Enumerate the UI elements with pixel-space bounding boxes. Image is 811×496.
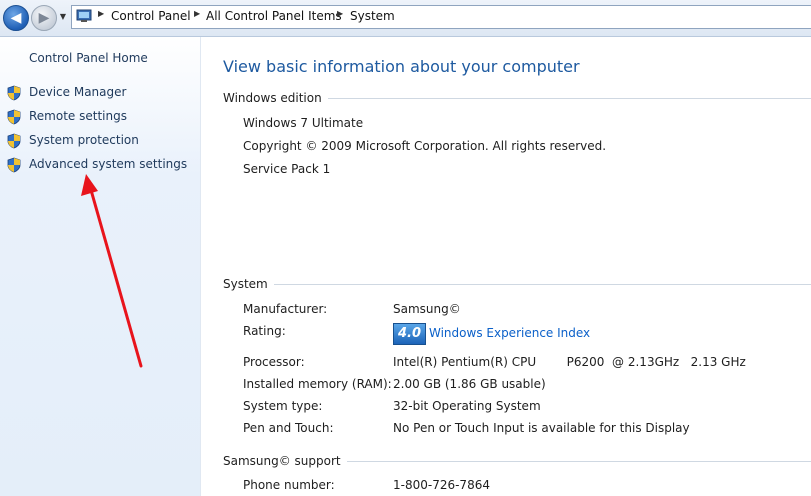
system-type-label: System type: bbox=[243, 399, 323, 413]
phone-label: Phone number: bbox=[243, 478, 335, 492]
service-pack-value: Service Pack 1 bbox=[243, 162, 331, 176]
task-label: Advanced system settings bbox=[29, 157, 188, 171]
windows-experience-index-link[interactable]: Windows Experience Index bbox=[429, 326, 590, 340]
manufacturer-value: Samsung© bbox=[393, 302, 461, 316]
windows-edition-value: Windows 7 Ultimate bbox=[243, 116, 364, 130]
section-header-system: System bbox=[223, 277, 811, 291]
phone-value: 1-800-726-7864 bbox=[393, 478, 490, 492]
breadcrumb-separator[interactable]: ▶ bbox=[337, 9, 343, 18]
breadcrumb-separator[interactable]: ▶ bbox=[194, 9, 200, 18]
back-arrow-icon: ◀ bbox=[10, 10, 22, 26]
task-label: Device Manager bbox=[29, 85, 127, 99]
system-info-pane: View basic information about your comput… bbox=[201, 37, 811, 496]
task-label: System protection bbox=[29, 133, 139, 147]
pen-touch-label: Pen and Touch: bbox=[243, 421, 334, 435]
breadcrumb-control-panel[interactable]: Control Panel bbox=[111, 9, 191, 23]
manufacturer-label: Manufacturer: bbox=[243, 302, 328, 316]
back-button[interactable]: ◀ bbox=[3, 5, 29, 31]
shield-icon bbox=[7, 157, 21, 173]
section-header-support: Samsung© support bbox=[223, 454, 811, 468]
wei-score-badge[interactable]: 4.0 bbox=[393, 323, 426, 345]
forward-arrow-icon: ▶ bbox=[38, 10, 50, 26]
system-type-value: 32-bit Operating System bbox=[393, 399, 541, 413]
copyright-text: Copyright © 2009 Microsoft Corporation. … bbox=[243, 139, 607, 153]
task-label: Remote settings bbox=[29, 109, 127, 123]
shield-icon bbox=[7, 109, 21, 125]
pen-touch-value: No Pen or Touch Input is available for t… bbox=[393, 421, 690, 435]
memory-value: 2.00 GB (1.86 GB usable) bbox=[393, 377, 546, 391]
section-header-windows-edition: Windows edition bbox=[223, 91, 811, 105]
forward-button[interactable]: ▶ bbox=[31, 5, 57, 31]
breadcrumb-all-items[interactable]: All Control Panel Items bbox=[206, 9, 342, 23]
processor-label: Processor: bbox=[243, 355, 305, 369]
memory-label: Installed memory (RAM): bbox=[243, 377, 392, 391]
page-title: View basic information about your comput… bbox=[223, 57, 580, 76]
breadcrumb-separator[interactable]: ▶ bbox=[98, 9, 104, 18]
processor-value: Intel(R) Pentium(R) CPU P6200 @ 2.13GHz … bbox=[393, 355, 746, 369]
rating-label: Rating: bbox=[243, 324, 286, 338]
shield-icon bbox=[7, 133, 21, 149]
recent-pages-button[interactable]: ▼ bbox=[58, 11, 68, 23]
address-toolbar: ◀ ▶ ▼ ▶ Control Panel ▶ All Control Pane… bbox=[0, 0, 811, 37]
breadcrumb-system[interactable]: System bbox=[350, 9, 395, 23]
control-panel-icon bbox=[76, 9, 92, 22]
control-panel-home-link[interactable]: Control Panel Home bbox=[29, 51, 148, 65]
shield-icon bbox=[7, 85, 21, 101]
address-bar[interactable]: ▶ Control Panel ▶ All Control Panel Item… bbox=[71, 5, 811, 29]
task-pane: Control Panel Home Device Manager Remote… bbox=[0, 37, 201, 496]
